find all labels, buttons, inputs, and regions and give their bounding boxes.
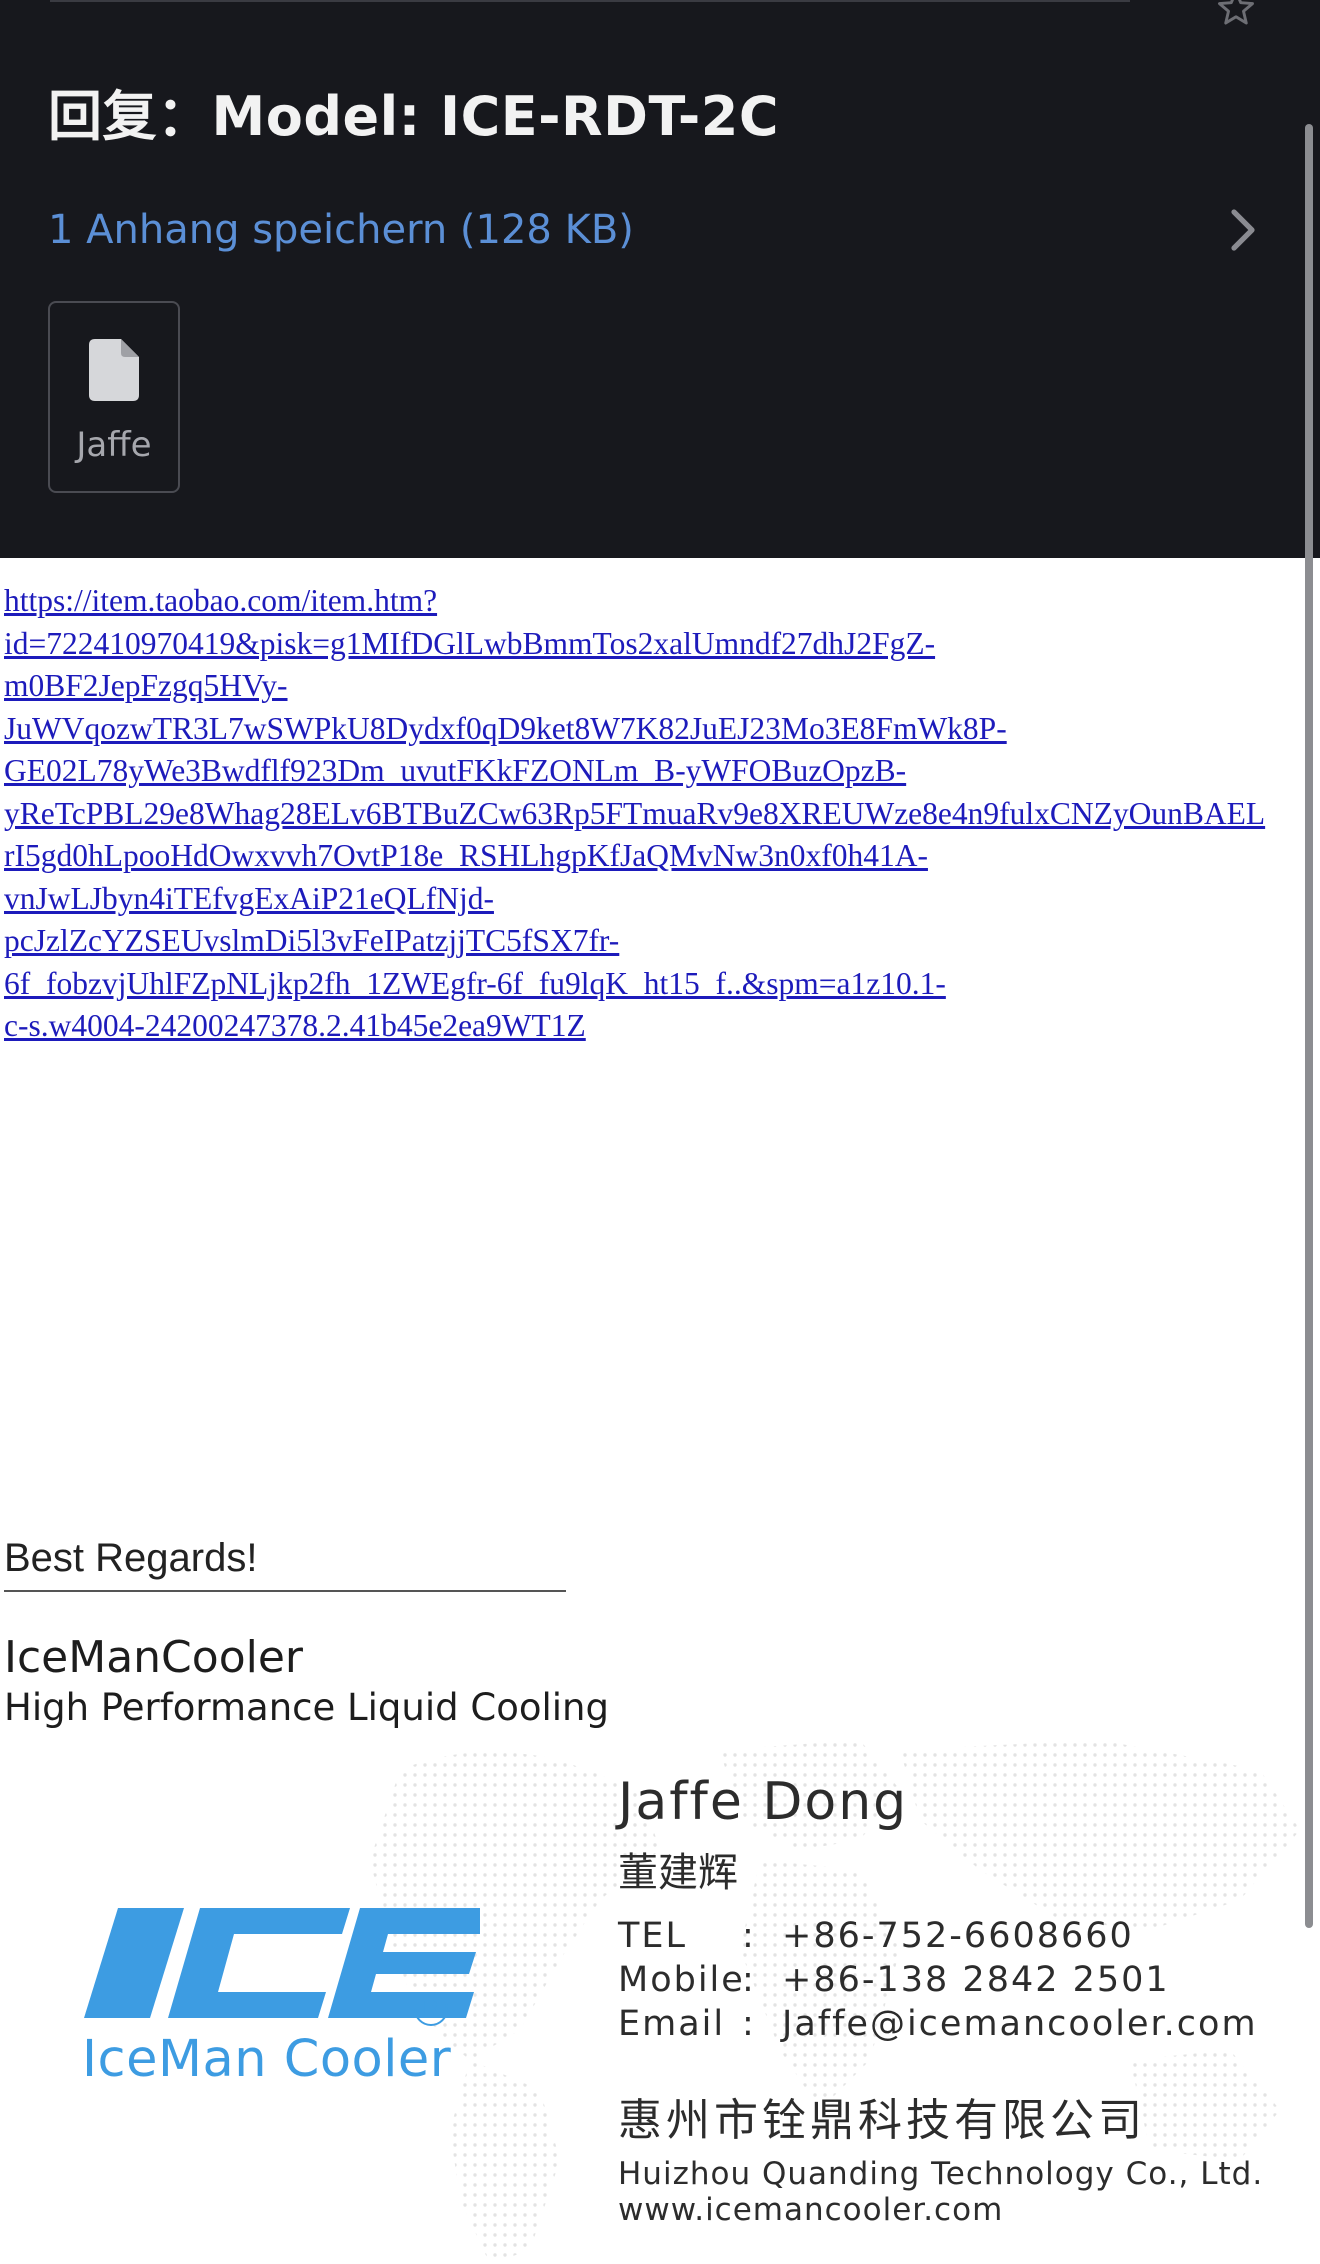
- taobao-item-link[interactable]: https://item.taobao.com/item.htm? id=722…: [4, 580, 1320, 1048]
- save-attachments-label: 1 Anhang speichern (128 KB): [48, 207, 634, 253]
- card-company-cn: 惠州市铨鼎科技有限公司: [618, 2095, 1146, 2146]
- signature-divider: [4, 1590, 566, 1592]
- link-line: c-s.w4004-24200247378.2.41b45e2ea9WT1Z: [4, 1008, 586, 1043]
- card-website: www.icemancooler.com: [618, 2192, 1004, 2228]
- signature-tagline: High Performance Liquid Cooling: [4, 1686, 609, 1729]
- card-company-en: Huizhou Quanding Technology Co., Ltd.: [618, 2156, 1264, 2192]
- contact-key: Mobile: [618, 1960, 745, 2000]
- card-brand: IceMan Cooler: [82, 2030, 452, 2089]
- contact-value: +86-752-6608660: [782, 1916, 1134, 1956]
- link-line: 6f_fobzvjUhlFZpNLjkp2fh_1ZWEgfr-6f_fu9lq…: [4, 965, 946, 1001]
- registered-mark-icon: R: [414, 1992, 448, 2026]
- mail-subject: 回复：Model: ICE-RDT-2C: [48, 85, 779, 148]
- contact-sep: :: [742, 1916, 756, 1956]
- card-tel: TEL : +86-752-6608660: [618, 1916, 1134, 1956]
- business-card: R IceMan Cooler Jaffe Dong 董建辉 TEL : +86…: [0, 1730, 1320, 2264]
- contact-sep: :: [742, 2004, 756, 2044]
- attachment-tile[interactable]: Jaffe: [48, 301, 180, 493]
- mail-header: 回复：Model: ICE-RDT-2C 1 Anhang speichern …: [0, 0, 1320, 558]
- signature-company: IceManCooler: [4, 1632, 303, 1683]
- card-email: Email : Jaffe@icemancooler.com: [618, 2004, 1258, 2044]
- header-divider: [50, 0, 1130, 2]
- link-line: vnJwLJbyn4iTEfvgExAiP21eQLfNjd-: [4, 880, 494, 916]
- link-line: GE02L78yWe3Bwdflf923Dm_uvutFKkFZONLm_B-y…: [4, 753, 907, 788]
- contact-key: TEL: [618, 1916, 687, 1956]
- attachment-name: Jaffe: [76, 425, 152, 465]
- contact-value: Jaffe@icemancooler.com: [782, 2004, 1258, 2044]
- card-contact-name-cn: 董建辉: [618, 1850, 738, 1896]
- link-line: m0BF2JepFzgq5HVy-: [4, 668, 288, 703]
- contact-key: Email: [618, 2004, 726, 2044]
- link-line: id=722410970419&pisk=g1MIfDGlLwbBmmTos2x…: [4, 625, 936, 661]
- star-icon[interactable]: [1214, 0, 1258, 30]
- link-line: pcJzlZcYZSEUvslmDi5l3vFeIPatzjjTC5fSX7fr…: [4, 923, 620, 958]
- save-attachments-button[interactable]: 1 Anhang speichern (128 KB): [48, 200, 1258, 260]
- link-line: rI5gd0hLpooHdOwxvvh7OvtP18e_RSHLhgpKfJaQ…: [4, 838, 928, 873]
- link-line: https://item.taobao.com/item.htm?: [4, 583, 438, 618]
- card-mobile: Mobile : +86-138 2842 2501: [618, 1960, 1170, 2000]
- contact-sep: :: [742, 1960, 756, 2000]
- signature-regards: Best Regards!: [4, 1536, 258, 1580]
- contact-value: +86-138 2842 2501: [782, 1960, 1170, 2000]
- document-icon: [89, 339, 139, 401]
- card-contact-name: Jaffe Dong: [618, 1772, 909, 1832]
- chevron-right-icon: [1231, 209, 1255, 251]
- link-line: JuWVqozwTR3L7wSWPkU8Dydxf0qD9ket8W7K82Ju…: [4, 710, 1007, 746]
- link-line: yReTcPBL29e8Whag28ELv6BTBuZCw63Rp5FTmuaR…: [4, 795, 1266, 831]
